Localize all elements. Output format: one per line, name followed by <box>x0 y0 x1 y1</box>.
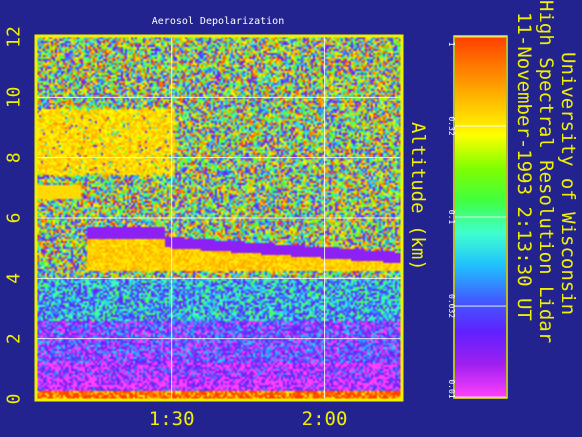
colorbar: 1 0.32 0.1 0.032 0.01 <box>447 35 508 399</box>
institution-line-2: High Spectral Resolution Lidar <box>535 0 557 343</box>
colorbar-tick-label: 0.032 <box>447 294 456 318</box>
colorbar-tick-label: 0.32 <box>447 116 456 135</box>
institution-block: University of Wisconsin High Spectral Re… <box>513 0 579 343</box>
institution-line-1: University of Wisconsin <box>557 52 579 315</box>
institution-line-3: 11-November-1993 2:13:30 UT <box>513 12 535 321</box>
y-tick-label: 8 <box>4 152 25 163</box>
x-tick-label: 2:00 <box>302 408 348 430</box>
chart-title: Aerosol Depolarization <box>152 16 284 27</box>
y-tick-label: 12 <box>4 26 25 48</box>
y-tick-label: 0 <box>4 394 25 405</box>
plot-area <box>34 34 404 402</box>
x-tick-label: 1:30 <box>149 408 195 430</box>
y-axis-ticks: 0 2 4 6 8 10 12 <box>4 26 25 404</box>
colorbar-tick-label: 0.1 <box>447 210 456 225</box>
y-tick-label: 2 <box>4 333 25 344</box>
y-tick-label: 6 <box>4 213 25 224</box>
y-tick-label: 4 <box>4 273 25 284</box>
colorbar-tick-label: 1 <box>447 42 456 47</box>
lidar-figure: Aerosol Depolarization 0 2 4 6 8 10 12 1:30 2:0… <box>4 0 580 430</box>
colorbar-tick-label: 0.01 <box>447 379 456 398</box>
x-axis-ticks: 1:30 2:00 <box>149 408 348 430</box>
y-tick-label: 10 <box>4 86 25 108</box>
y-axis-label: Altitude (km) <box>407 122 429 271</box>
